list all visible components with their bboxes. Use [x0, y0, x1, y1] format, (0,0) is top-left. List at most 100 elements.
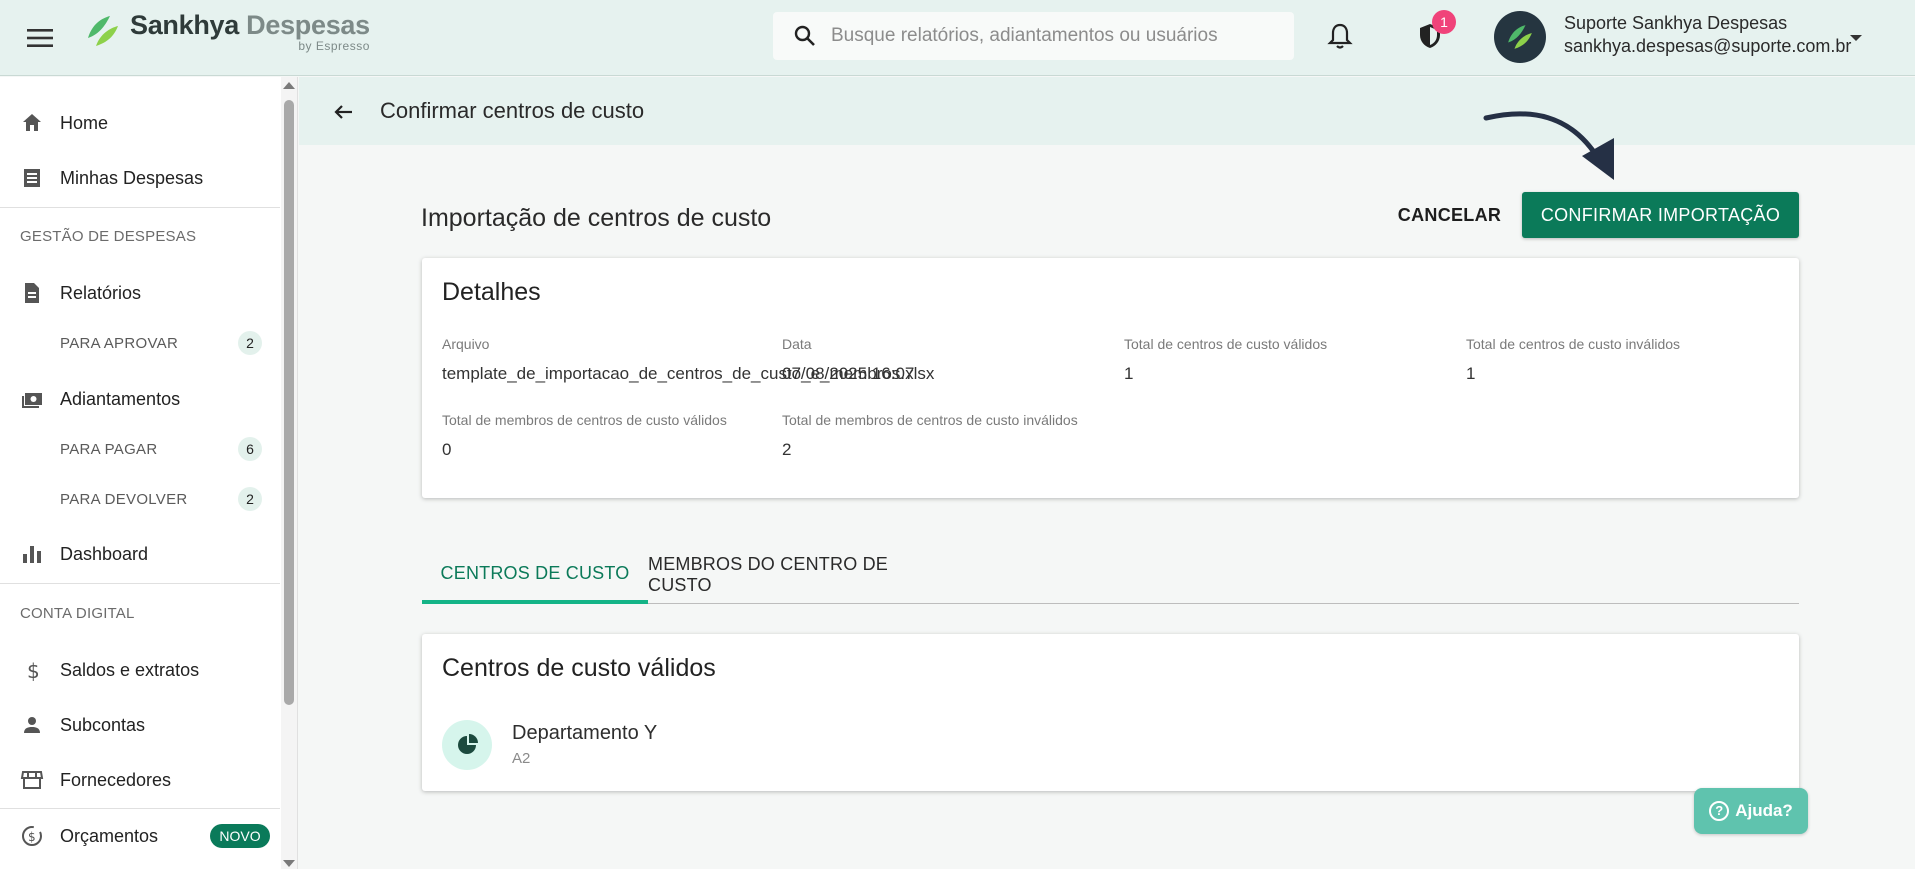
logo-mark-icon: [88, 16, 118, 46]
scrollbar-thumb[interactable]: [284, 100, 294, 705]
scroll-up-icon[interactable]: [283, 82, 295, 89]
divider: [0, 207, 280, 208]
dollar-icon: $: [27, 659, 40, 682]
field-value: 0: [442, 440, 452, 459]
annotation-arrow-icon: [1483, 111, 1614, 180]
field-value: 1: [1466, 364, 1476, 383]
svg-text:$: $: [28, 830, 36, 844]
person-icon: [24, 717, 40, 733]
list-title: Centros de custo válidos: [442, 654, 716, 682]
sidebar-label: Minhas Despesas: [60, 167, 204, 188]
svg-text:$: $: [27, 659, 40, 682]
sidebar-item-para-aprovar[interactable]: PARA APROVAR 2: [0, 325, 280, 361]
notification-badge: 1: [1432, 10, 1456, 34]
count-badge: 2: [238, 487, 262, 511]
sidebar-item-fornecedores[interactable]: Fornecedores: [0, 758, 280, 802]
field-label: Total de centros de custo inválidos: [1466, 336, 1681, 352]
chevron-down-icon[interactable]: [1846, 28, 1866, 48]
field-membros-validos: Total de membros de centros de custo vál…: [442, 412, 727, 460]
brand-logo[interactable]: Sankhya Despesas by Espresso: [84, 12, 370, 52]
field-data: Data 07/08/2025 16:07: [782, 336, 914, 384]
search-icon: [794, 25, 815, 46]
sidebar-sub-label: PARA APROVAR: [60, 335, 179, 352]
field-value: 07/08/2025 16:07: [782, 364, 915, 383]
cash-icon: [22, 393, 42, 408]
user-info[interactable]: Suporte Sankhya Despesas sankhya.despesa…: [1564, 12, 1851, 59]
confirm-import-button[interactable]: CONFIRMAR IMPORTAÇÃO: [1522, 192, 1799, 238]
sidebar-item-relatorios[interactable]: Relatórios: [0, 271, 280, 315]
sidebar-item-saldos[interactable]: $ Saldos e extratos: [0, 648, 280, 692]
help-button[interactable]: ? Ajuda?: [1694, 788, 1808, 834]
field-value: 2: [782, 440, 792, 459]
sidebar-label: Relatórios: [60, 282, 142, 303]
sidebar-label: Fornecedores: [60, 769, 172, 790]
brand-suffix: Despesas: [246, 10, 370, 40]
budget-icon: $: [22, 826, 42, 846]
home-icon: [23, 114, 41, 131]
search-bar: [773, 12, 1294, 60]
count-badge: 2: [238, 331, 262, 355]
user-name: Suporte Sankhya Despesas: [1564, 13, 1788, 33]
sidebar-label: Adiantamentos: [60, 388, 181, 409]
count-badge: 6: [238, 437, 262, 461]
details-title: Detalhes: [442, 278, 541, 306]
sidebar-item-subcontas[interactable]: Subcontas: [0, 703, 280, 747]
sidebar-item-minhas-despesas[interactable]: Minhas Despesas: [0, 156, 280, 200]
field-invalidos: Total de centros de custo inválidos 1: [1466, 336, 1680, 384]
sidebar-label: Home: [60, 112, 109, 133]
user-email: sankhya.despesas@suporte.com.br: [1564, 36, 1852, 57]
sidebar-label: Orçamentos: [60, 825, 159, 846]
tabs: CENTROS DE CUSTO MEMBROS DO CENTRO DE CU…: [422, 546, 1799, 604]
document-icon: [25, 283, 39, 303]
list-item[interactable]: Departamento Y A2: [442, 718, 1772, 774]
brand-name: Sankhya: [130, 10, 239, 40]
bar-chart-icon: [23, 546, 41, 563]
sidebar-item-home[interactable]: Home: [0, 101, 280, 145]
field-label: Total de membros de centros de custo inv…: [782, 412, 1078, 428]
sidebar-label: Subcontas: [60, 714, 146, 735]
sidebar-sub-label: PARA DEVOLVER: [60, 491, 188, 508]
field-value: 1: [1124, 364, 1134, 383]
field-membros-invalidos: Total de membros de centros de custo inv…: [782, 412, 1078, 460]
sidebar-sub-label: PARA PAGAR: [60, 441, 158, 458]
sidebar-item-para-devolver[interactable]: PARA DEVOLVER 2: [0, 481, 280, 517]
section-conta: CONTA DIGITAL: [20, 605, 135, 622]
sidebar-label: Dashboard: [60, 543, 149, 564]
receipt-icon: [24, 169, 40, 187]
cancel-button[interactable]: CANCELAR: [1392, 193, 1507, 237]
section-gestao: GESTÃO DE DESPESAS: [20, 228, 197, 245]
sidebar-item-adiantamentos[interactable]: Adiantamentos: [0, 377, 280, 421]
field-label: Total de membros de centros de custo vál…: [442, 412, 727, 428]
page-title: Confirmar centros de custo: [380, 98, 645, 123]
sidebar: Home Minhas Despesas GESTÃO DE DESPESAS …: [0, 77, 298, 869]
new-badge: NOVO: [210, 824, 270, 848]
search-input[interactable]: [831, 25, 1271, 47]
tab-centros-de-custo[interactable]: CENTROS DE CUSTO: [422, 546, 648, 604]
pie-icon: [442, 720, 492, 770]
top-bar: Sankhya Despesas by Espresso 1 Suporte S…: [0, 0, 1915, 76]
sidebar-item-para-pagar[interactable]: PARA PAGAR 6: [0, 431, 280, 467]
help-icon: ?: [1709, 801, 1730, 821]
menu-icon[interactable]: [24, 22, 56, 54]
valid-cost-centers-card: Centros de custo válidos Departamento Y …: [422, 634, 1799, 791]
field-label: Total de centros de custo válidos: [1124, 336, 1328, 352]
sidebar-item-orcamentos[interactable]: $ Orçamentos NOVO: [0, 814, 280, 858]
brand-tagline: by Espresso: [298, 39, 370, 53]
divider: [0, 583, 280, 584]
field-label: Data: [782, 336, 812, 352]
cost-center-name: Departamento Y: [512, 722, 658, 744]
details-card: Detalhes Arquivo template_de_importacao_…: [422, 258, 1799, 498]
sidebar-label: Saldos e extratos: [60, 659, 200, 680]
section-title: Importação de centros de custo: [421, 204, 772, 232]
bell-icon[interactable]: [1324, 20, 1356, 52]
store-icon: [20, 771, 44, 789]
sidebar-item-dashboard[interactable]: Dashboard: [0, 532, 280, 576]
avatar[interactable]: [1494, 11, 1546, 63]
help-label: Ajuda?: [1735, 801, 1793, 820]
arrow-back-icon[interactable]: [328, 97, 358, 127]
scroll-down-icon[interactable]: [283, 860, 295, 867]
cost-center-code: A2: [512, 750, 531, 767]
tab-membros[interactable]: MEMBROS DO CENTRO DE CUSTO: [648, 546, 952, 604]
divider: [0, 808, 280, 809]
field-validos: Total de centros de custo válidos 1: [1124, 336, 1327, 384]
